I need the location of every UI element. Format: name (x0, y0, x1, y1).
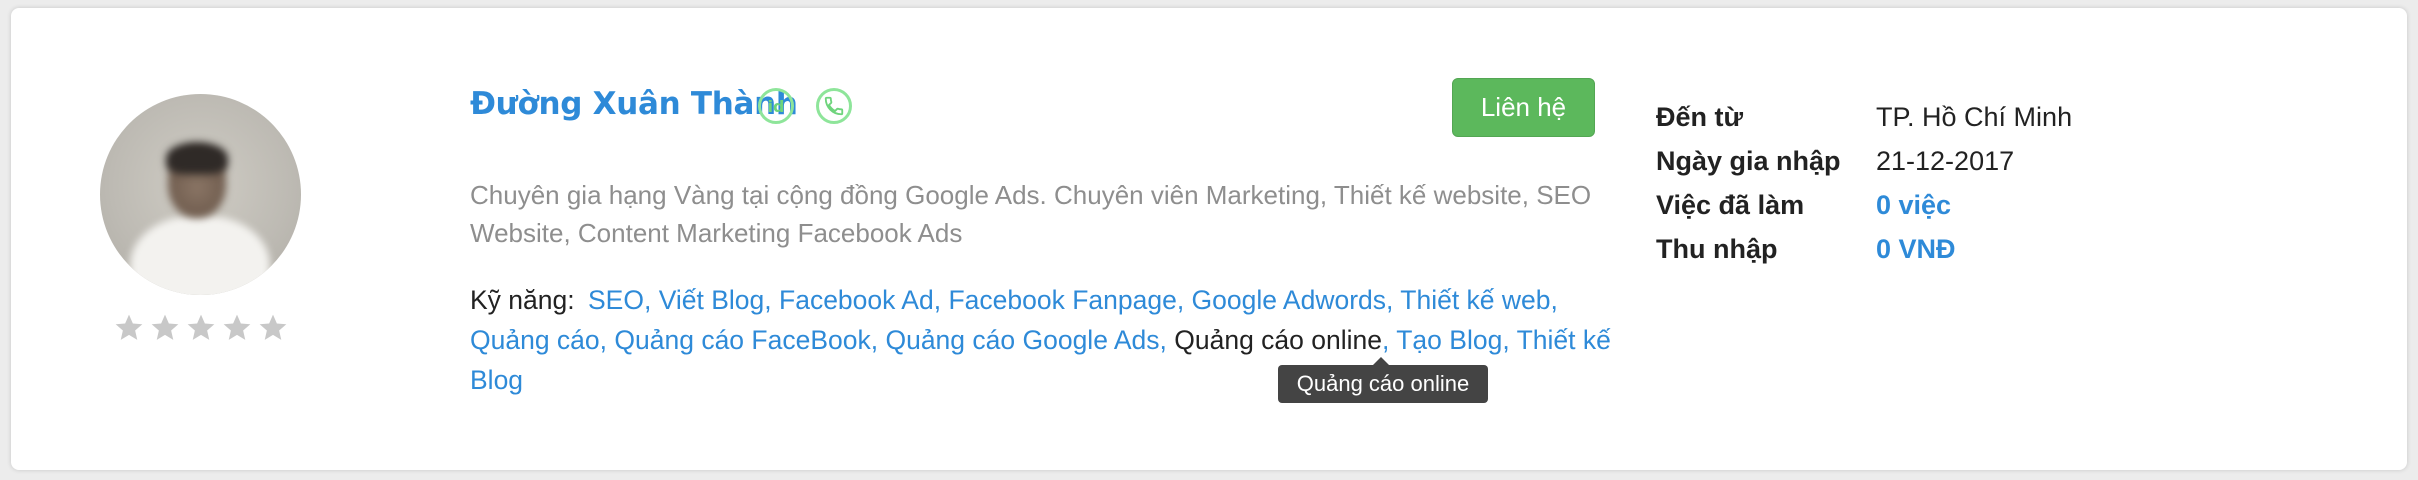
avatar-hair (166, 142, 228, 174)
skill-tag[interactable]: Quảng cáo (470, 325, 600, 355)
id-badge-text: id (767, 96, 785, 116)
skill-tag[interactable]: Quảng cáo online (1174, 325, 1382, 355)
skill-separator: , (643, 285, 659, 315)
contact-button[interactable]: Liên hệ (1452, 78, 1595, 137)
skill-tooltip: Quảng cáo online (1278, 357, 1488, 403)
freelancer-card: Đường Xuân Thành id Liên hệ Chuyên gia h… (11, 8, 2407, 470)
skill-tag[interactable]: SEO (588, 285, 644, 315)
skill-tag[interactable]: Quảng cáo Google Ads (885, 325, 1159, 355)
stat-label: Ngày gia nhập (1656, 146, 1841, 176)
skill-tag[interactable]: Viết Blog (659, 285, 765, 315)
rating-stars (113, 312, 289, 344)
skill-separator: , (1159, 325, 1175, 355)
star-icon (187, 314, 215, 340)
skill-separator: , (870, 325, 886, 355)
id-verified-icon: id (758, 88, 794, 124)
stat-value[interactable]: 0 việc (1876, 190, 1951, 221)
star-icon (223, 314, 251, 340)
skills-label: Kỹ năng: (470, 285, 575, 315)
stat-label: Đến từ (1656, 102, 1744, 132)
freelancer-name[interactable]: Đường Xuân Thành (470, 86, 798, 122)
skill-tag[interactable]: Google Adwords (1192, 285, 1386, 315)
profile-description: Chuyên gia hạng Vàng tại cộng đồng Googl… (470, 180, 1592, 248)
avatar[interactable] (100, 94, 301, 295)
skill-separator: , (1502, 325, 1517, 355)
skill-separator: , (1382, 325, 1397, 355)
skill-tag[interactable]: Quảng cáo FaceBook (614, 325, 870, 355)
skill-separator: , (764, 285, 780, 315)
skill-separator: , (933, 285, 949, 315)
skill-tag[interactable]: Facebook Ad (779, 285, 934, 315)
skill-separator: , (599, 325, 615, 355)
stat-label: Thu nhập (1656, 234, 1778, 264)
skill-tag[interactable]: Tạo Blog (1396, 325, 1502, 355)
stat-value: 21-12-2017 (1876, 146, 2015, 176)
star-icon (151, 314, 179, 340)
skill-tag[interactable]: Thiết kế web (1400, 285, 1550, 315)
star-icon (259, 314, 287, 340)
stat-label: Việc đã làm (1656, 190, 1805, 220)
skill-separator: , (1386, 285, 1401, 315)
avatar-body (130, 216, 270, 295)
phone-verified-icon (816, 88, 852, 124)
stat-value: TP. Hồ Chí Minh (1876, 102, 2073, 132)
skill-tag[interactable]: Facebook Fanpage (948, 285, 1176, 315)
skill-separator: , (1550, 285, 1558, 315)
phone-glyph (824, 96, 844, 116)
skill-separator: , (1176, 285, 1192, 315)
stat-value[interactable]: 0 VNĐ (1876, 234, 1956, 265)
star-icon (115, 314, 143, 340)
